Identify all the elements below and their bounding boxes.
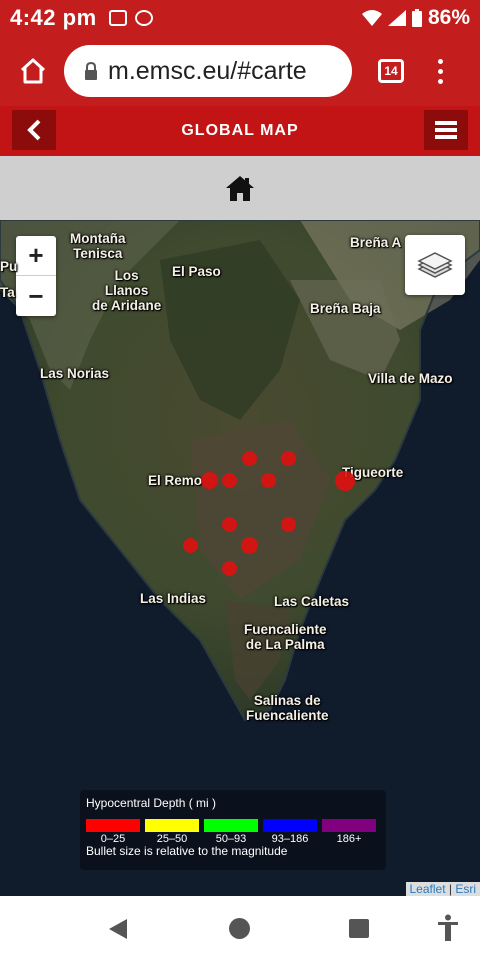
map-label-brena-baja: Breña Baja xyxy=(310,301,381,316)
legend-range: 186+ xyxy=(336,833,362,845)
nav-recents-icon[interactable] xyxy=(349,919,369,938)
earthquake-marker[interactable] xyxy=(261,473,276,488)
esri-link[interactable]: Esri xyxy=(455,882,476,896)
hamburger-icon xyxy=(435,121,457,139)
map-label-las-caletas: Las Caletas xyxy=(274,594,350,609)
browser-home-button[interactable] xyxy=(6,44,60,98)
earthquake-marker[interactable] xyxy=(222,561,237,576)
map-label-brena-alta: Breña A xyxy=(350,235,402,250)
legend-note: Bullet size is relative to the magnitude xyxy=(86,844,288,858)
signal-icon xyxy=(387,10,406,26)
earthquake-marker[interactable] xyxy=(241,537,258,554)
map-label-el-paso: El Paso xyxy=(172,264,221,279)
page-title: GLOBAL MAP xyxy=(181,122,299,139)
back-button[interactable] xyxy=(12,110,56,150)
legend-item: 50–93 xyxy=(204,819,258,845)
zoom-out-button[interactable]: − xyxy=(16,276,56,316)
attribution-separator: | xyxy=(445,882,456,896)
messenger-icon xyxy=(134,10,153,26)
url-text: m.emsc.eu/#carte xyxy=(108,56,307,85)
zoom-control: + − xyxy=(16,236,56,316)
earthquake-marker[interactable] xyxy=(281,517,296,532)
earthquake-marker[interactable] xyxy=(222,517,237,532)
legend-swatch xyxy=(145,819,199,832)
nav-home-icon[interactable] xyxy=(229,918,250,939)
battery-percent: 86% xyxy=(427,6,470,29)
earthquake-marker[interactable] xyxy=(281,451,296,466)
battery-icon xyxy=(411,9,422,27)
menu-button[interactable] xyxy=(424,110,468,150)
earthquake-marker[interactable] xyxy=(242,451,257,466)
earthquake-marker[interactable] xyxy=(201,472,218,489)
legend-item: 93–186 xyxy=(263,819,317,845)
map-label-villa-de-mazo: Villa de Mazo xyxy=(368,371,453,386)
earthquake-marker[interactable] xyxy=(222,473,237,488)
home-outline-icon xyxy=(20,58,46,84)
wifi-icon xyxy=(361,10,382,26)
notification-icons xyxy=(108,10,153,26)
legend-swatch xyxy=(86,819,140,832)
status-bar: 4:42 pm 86% xyxy=(0,0,480,36)
lock-icon xyxy=(85,62,97,80)
legend-item: 25–50 xyxy=(145,819,199,845)
legend-swatch xyxy=(322,819,376,832)
accessibility-icon[interactable] xyxy=(437,914,459,942)
earthquake-marker[interactable] xyxy=(335,471,355,491)
map-label-las-indias: Las Indias xyxy=(140,591,207,606)
map-label-fuencaliente: Fuencaliente de La Palma xyxy=(244,622,327,652)
map-label-montana-tenisca: Montaña Tenisca xyxy=(70,231,126,261)
browser-toolbar: m.emsc.eu/#carte 14 xyxy=(0,36,480,106)
depth-legend: Hypocentral Depth ( mi ) 0–25 25–50 50–9… xyxy=(80,790,386,870)
status-right: 86% xyxy=(361,6,470,30)
app-header: GLOBAL MAP xyxy=(0,106,480,156)
legend-item: 0–25 xyxy=(86,819,140,845)
map-view[interactable]: + − Pu Ta Montaña Tenisca Los Llanos de … xyxy=(0,220,480,896)
zoom-in-button[interactable]: + xyxy=(16,236,56,276)
legend-swatch xyxy=(263,819,317,832)
home-bar xyxy=(0,156,480,220)
home-icon[interactable] xyxy=(225,175,255,201)
legend-swatch xyxy=(204,819,258,832)
map-label-tijarafe: Ta xyxy=(0,285,15,300)
map-label-el-remo: El Remo xyxy=(148,473,203,488)
nav-back-icon[interactable] xyxy=(108,918,128,940)
map-label-salinas: Salinas de Fuencaliente xyxy=(246,693,329,723)
map-label-las-norias: Las Norias xyxy=(40,366,110,381)
chevron-left-icon xyxy=(27,119,41,141)
earthquake-marker[interactable] xyxy=(183,538,198,553)
status-time: 4:42 pm xyxy=(10,5,97,30)
more-vert-icon[interactable] xyxy=(430,58,450,84)
map-attribution: Leaflet | Esri xyxy=(405,882,480,896)
layers-button[interactable] xyxy=(405,235,465,295)
system-nav-bar xyxy=(0,896,480,960)
map-label-los-llanos: Los Llanos de Aridane xyxy=(92,268,162,313)
address-bar[interactable]: m.emsc.eu/#carte xyxy=(64,45,352,97)
legend-item: 186+ xyxy=(322,819,376,845)
leaflet-link[interactable]: Leaflet xyxy=(410,882,446,896)
legend-title: Hypocentral Depth ( mi ) xyxy=(86,796,217,810)
layers-icon xyxy=(417,252,453,278)
legend-scale: 0–25 25–50 50–93 93–186 186+ xyxy=(86,819,380,845)
image-icon xyxy=(108,10,127,26)
map-label-puntagorda: Pu xyxy=(0,259,18,274)
tab-switcher-button[interactable]: 14 xyxy=(378,59,404,83)
